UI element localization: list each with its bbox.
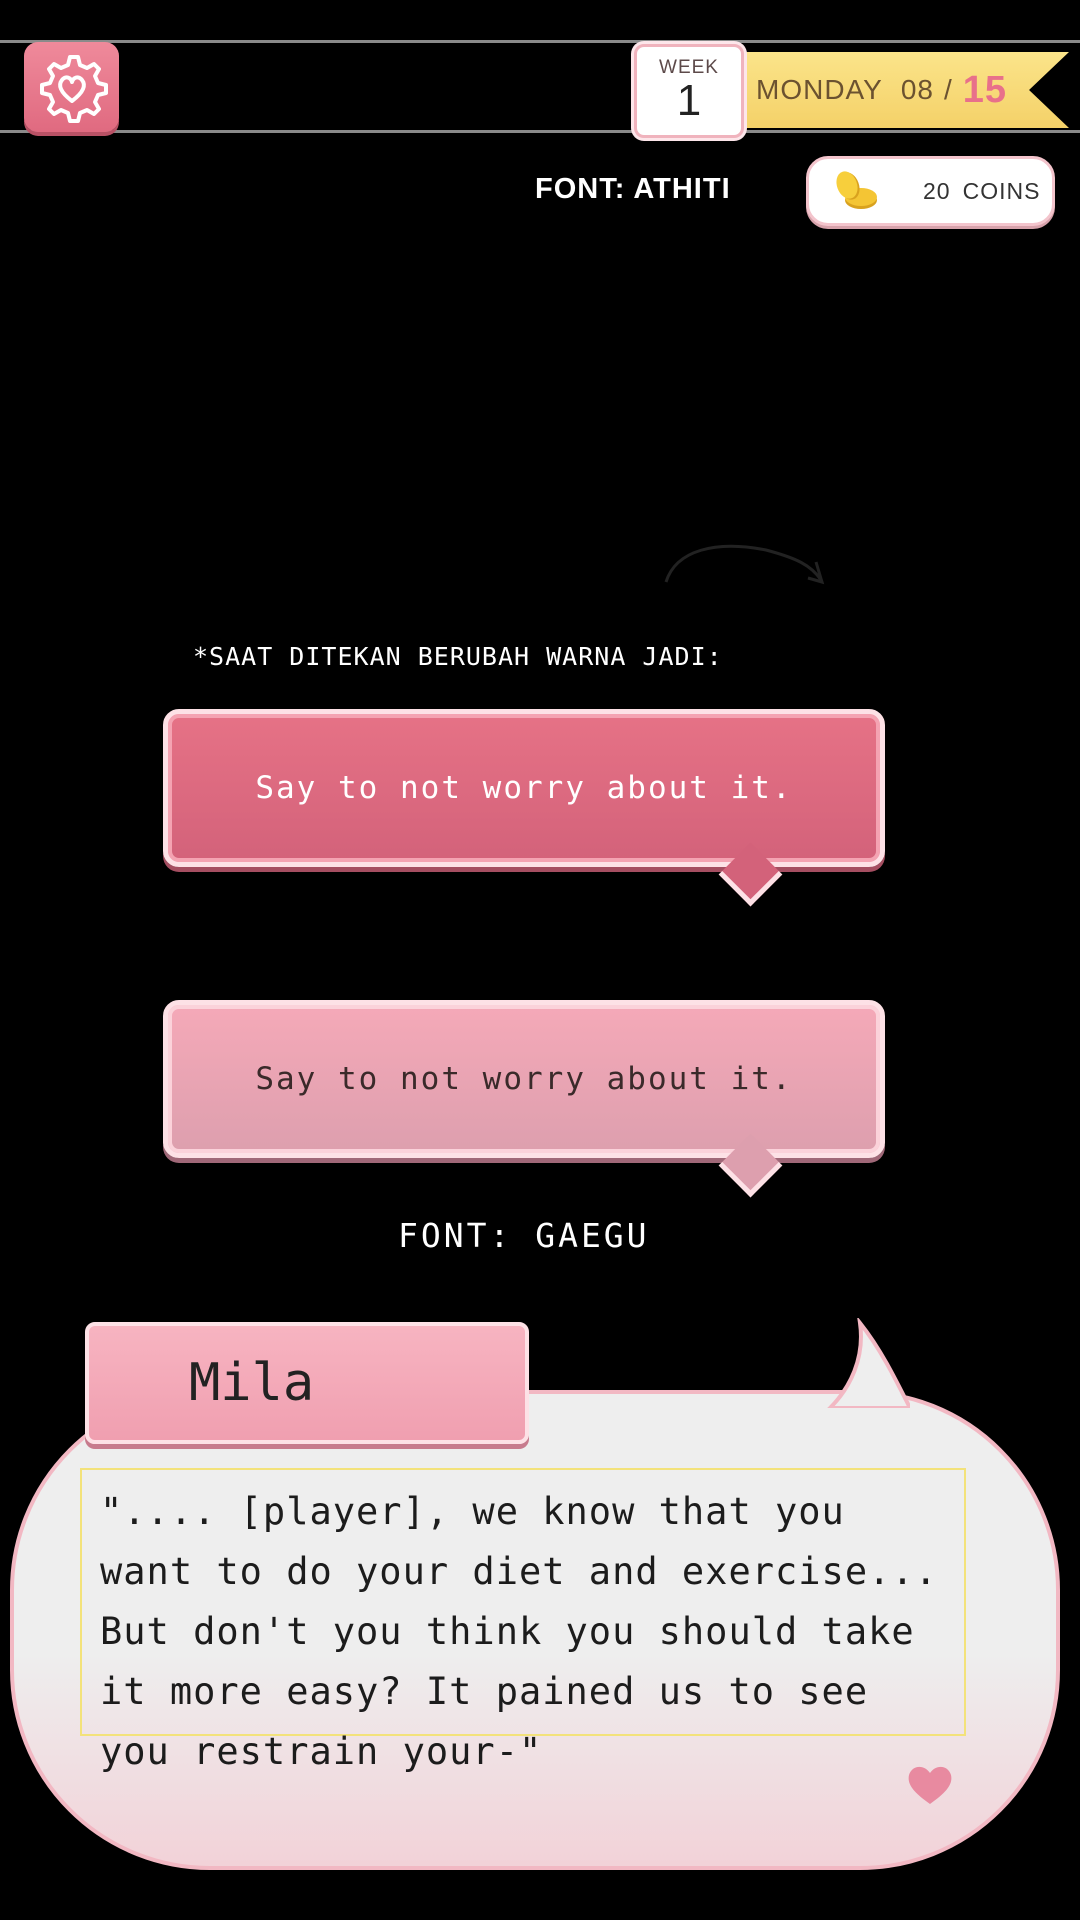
- speaker-name: Mila: [189, 1353, 315, 1413]
- heart-icon[interactable]: [905, 1762, 955, 1806]
- gear-heart-icon: [39, 55, 108, 123]
- coins-counter: 20 COINS: [806, 156, 1055, 226]
- choice-label: Say to not worry about it.: [255, 1061, 793, 1097]
- pressed-state-note: *SAAT DITEKAN BERUBAH WARNA JADI:: [193, 642, 723, 671]
- settings-button[interactable]: [24, 42, 119, 132]
- choice-label: Say to not worry about it.: [255, 770, 793, 806]
- date-ribbon: MONDAY 08 / 15: [736, 52, 1069, 128]
- week-number: 1: [676, 76, 702, 125]
- date-separator: /: [943, 74, 953, 105]
- coins-value: 20: [923, 177, 951, 204]
- dialogue-text: ".... [player], we know that you want to…: [80, 1468, 966, 1773]
- font-note-top: FONT: ATHITI: [535, 173, 731, 205]
- bottom-rule: [0, 130, 1080, 133]
- date-current: 08: [900, 74, 934, 105]
- arrow-annotation: [664, 544, 825, 585]
- choice-button-pressed[interactable]: Say to not worry about it.: [163, 709, 885, 867]
- day-label: MONDAY: [756, 74, 883, 105]
- coin-stack-icon: [831, 170, 881, 212]
- coins-unit: COINS: [962, 177, 1041, 204]
- top-rule: [0, 40, 1080, 43]
- date-total: 15: [962, 68, 1008, 111]
- week-badge: WEEK 1: [634, 44, 744, 138]
- bubble-spike: [827, 1318, 910, 1408]
- font-note-bottom: FONT: GAEGU: [398, 1216, 650, 1255]
- choice-button[interactable]: Say to not worry about it.: [163, 1000, 885, 1158]
- speaker-name-tab: Mila: [85, 1322, 529, 1444]
